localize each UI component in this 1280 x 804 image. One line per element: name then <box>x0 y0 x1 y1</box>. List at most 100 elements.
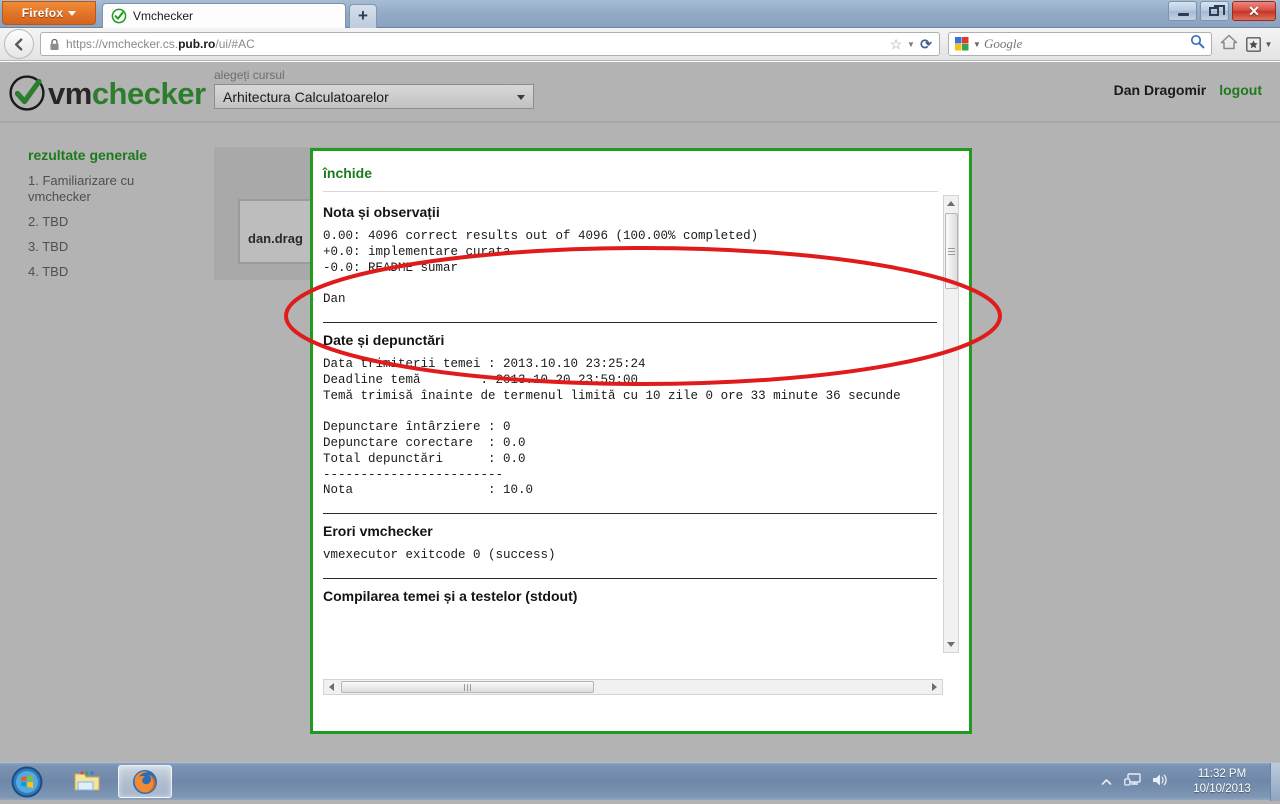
section-body: Data trimiterii temei : 2013.10.10 23:25… <box>323 357 959 499</box>
modal-content: Nota și observații 0.00: 4096 correct re… <box>323 195 959 653</box>
scroll-right-button[interactable] <box>927 680 942 694</box>
check-circle-icon <box>111 8 127 24</box>
search-input[interactable] <box>982 35 1188 53</box>
user-area: Dan Dragomir logout <box>1114 82 1262 98</box>
course-selector-label: alegeți cursul <box>214 68 534 82</box>
logo-text-vm: vm <box>48 76 92 111</box>
clock-area[interactable]: 11:32 PM 10/10/2013 <box>1176 767 1268 797</box>
taskbar: 11:32 PM 10/10/2013 <box>0 762 1280 800</box>
google-icon[interactable] <box>954 36 970 52</box>
chevron-up-icon <box>947 201 955 206</box>
clock-date: 10/10/2013 <box>1176 782 1268 797</box>
chevron-down-icon: ▼ <box>1265 40 1273 49</box>
vmchecker-logo[interactable]: vmchecker <box>8 74 206 112</box>
chevron-down-icon <box>517 95 525 100</box>
check-circle-icon <box>8 74 46 112</box>
restore-button[interactable] <box>1200 1 1229 21</box>
section-compilare-stdout: Compilarea temei și a testelor (stdout) <box>323 588 959 604</box>
chevron-up-icon <box>1101 778 1112 786</box>
scrollbar-thumb-vertical[interactable] <box>945 213 958 289</box>
chevron-right-icon <box>932 683 937 691</box>
chevron-down-icon[interactable]: ▼ <box>905 40 917 49</box>
scroll-down-button[interactable] <box>944 637 958 652</box>
chevron-down-icon[interactable]: ▼ <box>972 40 982 49</box>
firefox-icon <box>131 768 159 796</box>
section-divider <box>323 578 937 579</box>
show-desktop-button[interactable] <box>1270 763 1280 801</box>
site-header: vmchecker alegeți cursul Arhitectura Cal… <box>0 62 1280 123</box>
firefox-menu-button[interactable]: Firefox <box>2 1 96 25</box>
section-body: 0.00: 4096 correct results out of 4096 (… <box>323 229 959 308</box>
sidebar-item-3[interactable]: 3. TBD <box>28 239 148 255</box>
user-name: Dan Dragomir <box>1114 82 1207 98</box>
clock-time: 11:32 PM <box>1176 767 1268 782</box>
sidebar-title: rezultate generale <box>28 147 200 163</box>
bookmarks-button[interactable]: ▼ <box>1242 37 1276 52</box>
modal-vertical-scrollbar[interactable] <box>943 195 959 653</box>
lock-icon <box>49 38 60 51</box>
section-erori-vmchecker: Erori vmchecker vmexecutor exitcode 0 (s… <box>323 523 959 579</box>
bookmark-star-icon[interactable]: ☆ <box>887 37 905 51</box>
course-select-value: Arhitectura Calculatoarelor <box>223 89 389 105</box>
home-button[interactable] <box>1216 34 1242 55</box>
sidebar-list: 1. Familiarizare cu vmchecker 2. TBD 3. … <box>0 173 200 280</box>
course-selector-group: alegeți cursul Arhitectura Calculatoarel… <box>214 68 534 109</box>
chevron-down-icon <box>68 11 76 16</box>
section-heading: Date și depunctări <box>323 332 959 348</box>
scroll-left-button[interactable] <box>324 680 339 694</box>
reload-icon[interactable]: ⟳ <box>917 37 935 51</box>
result-modal: închide Nota și observații 0.00: 4096 co… <box>310 148 972 734</box>
modal-horizontal-scrollbar[interactable] <box>323 679 943 695</box>
window-controls: ✕ <box>1168 1 1276 21</box>
new-tab-label: + <box>358 6 368 25</box>
search-bar[interactable]: ▼ <box>948 32 1212 56</box>
close-window-button[interactable]: ✕ <box>1232 1 1276 21</box>
scroll-up-button[interactable] <box>944 196 958 211</box>
browser-tab-title: Vmchecker <box>133 9 193 23</box>
new-tab-button[interactable]: + <box>349 4 377 28</box>
back-button[interactable] <box>4 29 34 59</box>
home-icon <box>1220 34 1238 50</box>
modal-close-link[interactable]: închide <box>323 165 372 181</box>
close-icon: ✕ <box>1233 2 1275 20</box>
section-heading: Nota și observații <box>323 204 959 220</box>
grip-icon <box>464 684 471 691</box>
network-icon[interactable] <box>1124 772 1142 793</box>
logo-text-checker: checker <box>92 76 206 111</box>
minimize-icon <box>1178 13 1189 16</box>
section-date-depunctari: Date și depunctări Data trimiterii temei… <box>323 332 959 514</box>
volume-icon[interactable] <box>1151 772 1168 793</box>
sidebar-item-2[interactable]: 2. TBD <box>28 214 148 230</box>
url-bar[interactable]: https://vmchecker.cs.pub.ro/ui/#AC ☆ ▼ ⟳ <box>40 32 940 56</box>
section-heading: Erori vmchecker <box>323 523 959 539</box>
url-text: https://vmchecker.cs.pub.ro/ui/#AC <box>66 37 887 51</box>
url-host-prefix: vmchecker.cs. <box>102 37 178 51</box>
bookmark-star-icon <box>1246 37 1263 52</box>
logout-link[interactable]: logout <box>1219 82 1262 98</box>
firefox-menu-label: Firefox <box>22 6 63 20</box>
sidebar: rezultate generale 1. Familiarizare cu v… <box>0 147 200 289</box>
sidebar-item-4[interactable]: 4. TBD <box>28 264 148 280</box>
scrollbar-thumb-horizontal[interactable] <box>341 681 594 693</box>
taskbar-buttons <box>60 765 172 798</box>
url-scheme: https:// <box>66 37 102 51</box>
taskbar-button-firefox[interactable] <box>118 765 172 798</box>
tray-icons <box>1116 772 1176 793</box>
start-orb-icon[interactable] <box>6 765 48 799</box>
section-divider <box>323 322 937 323</box>
sidebar-item-1[interactable]: 1. Familiarizare cu vmchecker <box>28 173 148 205</box>
folder-icon <box>73 769 101 795</box>
chevron-left-icon <box>329 683 334 691</box>
minimize-button[interactable] <box>1168 1 1197 21</box>
submission-label: dan.drag <box>248 231 303 246</box>
page-viewport: vmchecker alegeți cursul Arhitectura Cal… <box>0 62 1280 762</box>
course-select[interactable]: Arhitectura Calculatoarelor <box>214 84 534 109</box>
taskbar-button-explorer[interactable] <box>60 765 114 798</box>
search-icon[interactable] <box>1188 34 1206 54</box>
system-tray: 11:32 PM 10/10/2013 <box>1096 763 1280 801</box>
browser-tab[interactable]: Vmchecker <box>102 3 346 28</box>
vmchecker-logo-text: vmchecker <box>48 78 206 109</box>
tray-expand-button[interactable] <box>1096 773 1116 791</box>
restore-icon <box>1209 7 1219 16</box>
browser-window: Firefox Vmchecker + ✕ <box>0 0 1280 762</box>
